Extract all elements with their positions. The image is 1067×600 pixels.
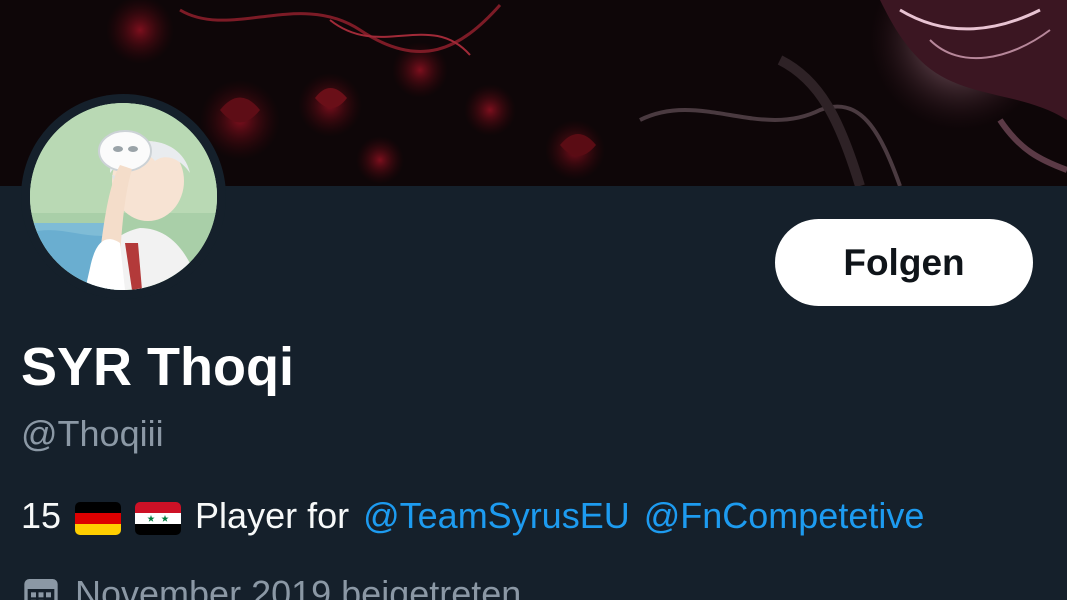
bio-text: Player for (195, 495, 350, 536)
profile-page: Folgen SYR Thoqi @Thoqiii 15 Player for … (0, 0, 1067, 600)
follow-button[interactable]: Folgen (775, 219, 1033, 306)
display-name: SYR Thoqi (21, 337, 294, 397)
german-flag-icon (75, 501, 122, 535)
mention-link-fncompetetive[interactable]: @FnCompetetive (644, 494, 925, 538)
mention-link-teamsyruseu[interactable]: @TeamSyrusEU (363, 494, 630, 538)
syrian-flag-icon (135, 501, 182, 535)
calendar-icon (21, 574, 61, 600)
avatar[interactable] (30, 103, 217, 290)
join-date: November 2019 beigetreten (21, 572, 521, 600)
join-date-text: November 2019 beigetreten (75, 573, 522, 600)
bio-age: 15 (21, 495, 62, 536)
profile-bio: 15 Player for @TeamSyrusEU @FnCompetetiv… (21, 494, 924, 538)
user-handle: @Thoqiii (21, 413, 164, 454)
